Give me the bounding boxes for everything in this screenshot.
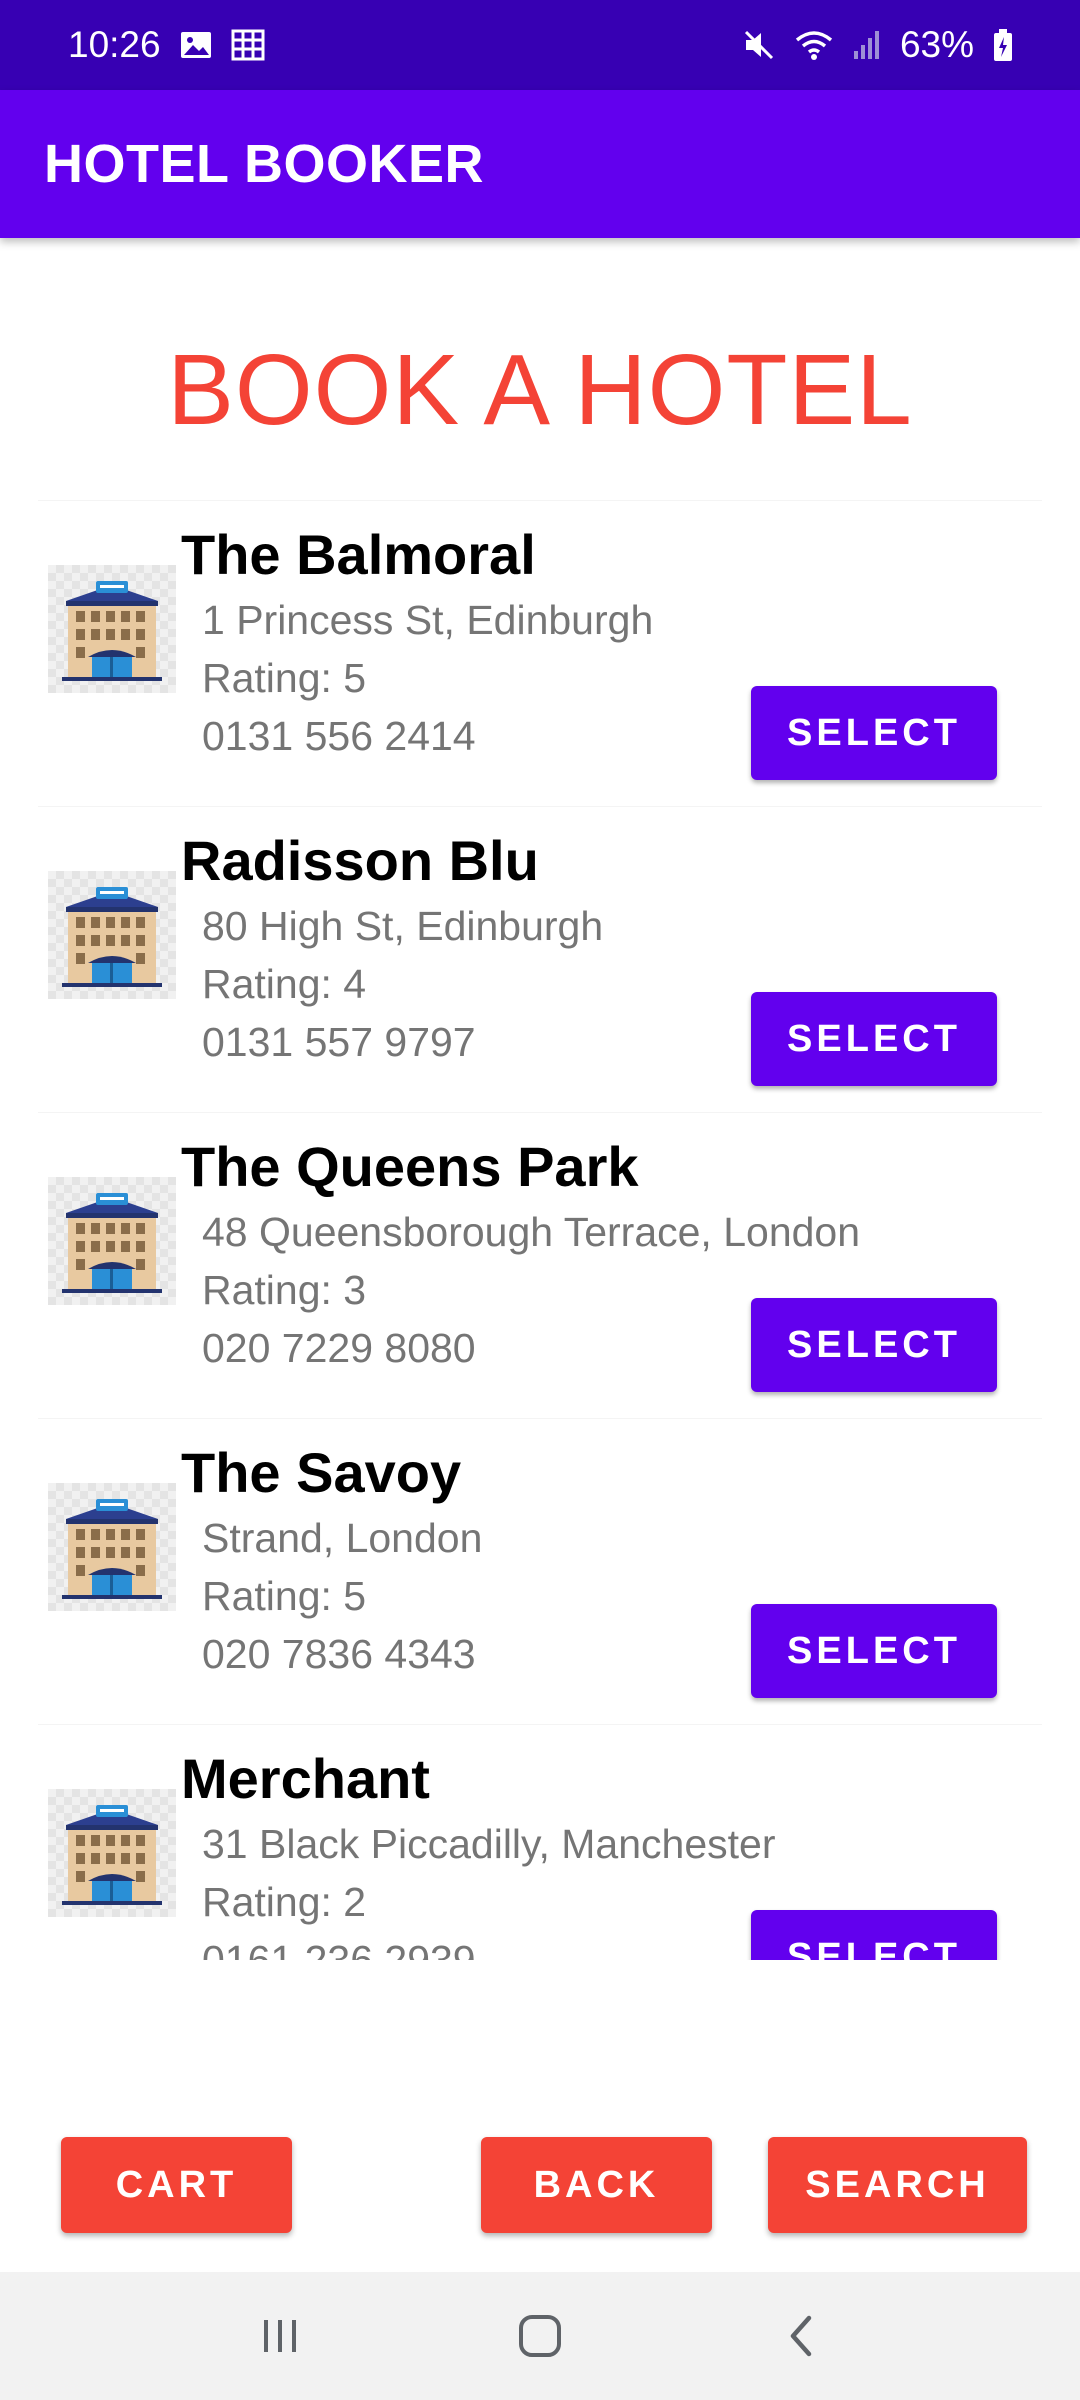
status-right: 63% xyxy=(742,24,1014,66)
hotel-card-savoy: The Savoy Strand, London Rating: 5 020 7… xyxy=(38,1418,1042,1718)
hotel-icon xyxy=(48,871,176,999)
hotel-address: 80 High St, Edinburgh xyxy=(202,903,604,949)
status-bar: 10:26 63% xyxy=(0,0,1080,90)
hotel-name: Merchant xyxy=(181,1747,430,1810)
hotel-icon xyxy=(48,1789,176,1917)
hotel-name: The Savoy xyxy=(181,1441,462,1504)
hotel-rating: Rating: 2 xyxy=(202,1879,367,1925)
app-title: HOTEL BOOKER xyxy=(44,134,485,194)
battery-charging-icon xyxy=(992,28,1014,62)
hotel-rating: Rating: 5 xyxy=(202,655,367,701)
hotel-rating: Rating: 4 xyxy=(202,961,367,1007)
hotel-card-queens-park: The Queens Park 48 Queensborough Terrace… xyxy=(38,1112,1042,1412)
hotel-name: The Queens Park xyxy=(181,1135,639,1198)
hotel-name: The Balmoral xyxy=(181,523,536,586)
hotel-phone: 0131 556 2414 xyxy=(202,713,476,759)
select-button[interactable]: SELECT xyxy=(751,1604,997,1698)
hotel-card-radisson-blu: Radisson Blu 80 High St, Edinburgh Ratin… xyxy=(38,806,1042,1106)
hotel-name: Radisson Blu xyxy=(181,829,539,892)
image-icon xyxy=(179,30,213,60)
wifi-icon xyxy=(794,29,834,61)
select-button[interactable]: SELECT xyxy=(751,1910,997,1960)
back-button[interactable]: BACK xyxy=(481,2137,712,2233)
hotel-phone: 0161 236 2939 xyxy=(202,1937,476,1960)
recents-icon[interactable] xyxy=(230,2296,330,2376)
select-button[interactable]: SELECT xyxy=(751,686,997,780)
mute-icon xyxy=(742,28,776,62)
hotel-list[interactable]: The Balmoral 1 Princess St, Edinburgh Ra… xyxy=(38,500,1042,1960)
hotel-rating: Rating: 3 xyxy=(202,1267,367,1313)
clock: 10:26 xyxy=(68,24,161,65)
signal-icon xyxy=(852,29,882,61)
hotel-card-merchant: Merchant 31 Black Piccadilly, Manchester… xyxy=(38,1724,1042,1960)
app-bar: HOTEL BOOKER xyxy=(0,90,1080,238)
hotel-rating: Rating: 5 xyxy=(202,1573,367,1619)
battery-percent: 63% xyxy=(899,24,974,65)
hotel-card-balmoral: The Balmoral 1 Princess St, Edinburgh Ra… xyxy=(38,500,1042,800)
hotel-icon xyxy=(48,1177,176,1305)
cart-button[interactable]: CART xyxy=(61,2137,292,2233)
select-button[interactable]: SELECT xyxy=(751,1298,997,1392)
select-button[interactable]: SELECT xyxy=(751,992,997,1086)
status-left: 10:26 xyxy=(68,24,265,66)
hotel-phone: 020 7836 4343 xyxy=(202,1631,476,1677)
hotel-address: 48 Queensborough Terrace, London xyxy=(202,1209,861,1255)
grid-icon xyxy=(231,29,265,61)
hotel-icon xyxy=(48,1483,176,1611)
page-title: BOOK A HOTEL xyxy=(167,334,913,446)
hotel-icon xyxy=(48,565,176,693)
home-icon[interactable] xyxy=(490,2296,590,2376)
navigation-bar xyxy=(0,2272,1080,2400)
back-nav-icon[interactable] xyxy=(750,2296,850,2376)
hotel-phone: 020 7229 8080 xyxy=(202,1325,476,1371)
hotel-address: 31 Black Piccadilly, Manchester xyxy=(202,1821,776,1867)
hotel-address: Strand, London xyxy=(202,1515,483,1561)
search-button[interactable]: SEARCH xyxy=(768,2137,1027,2233)
hotel-address: 1 Princess St, Edinburgh xyxy=(202,597,654,643)
hotel-phone: 0131 557 9797 xyxy=(202,1019,476,1065)
